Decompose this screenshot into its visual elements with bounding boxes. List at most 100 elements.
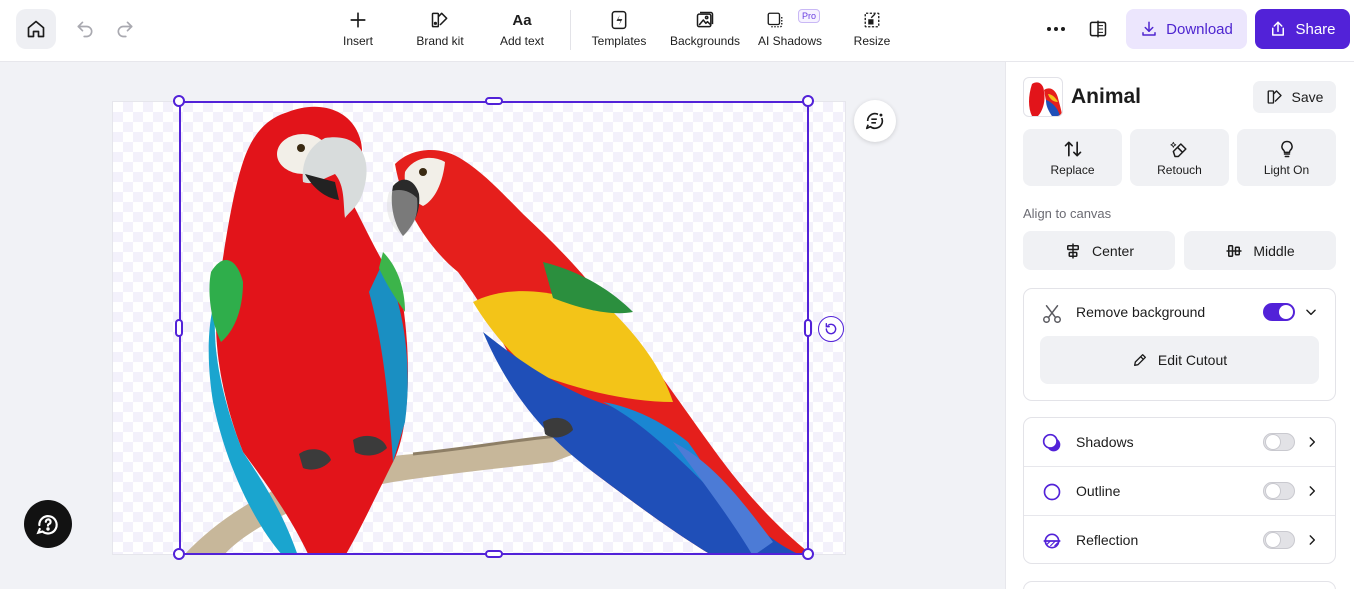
- redo-icon: [115, 19, 135, 39]
- shadows-toggle[interactable]: [1263, 433, 1295, 451]
- more-horizontal-icon: [1046, 26, 1066, 32]
- chevron-right-icon: [1305, 533, 1319, 547]
- properties-panel: Animal Save Replace Retouch Light On Ali…: [1005, 62, 1354, 589]
- outline-label: Outline: [1076, 483, 1120, 499]
- remove-background-label: Remove background: [1076, 304, 1205, 320]
- resize-handle-top[interactable]: [485, 97, 503, 105]
- rotate-icon: [824, 322, 838, 336]
- templates-tool[interactable]: Templates: [588, 10, 650, 50]
- reflection-toggle[interactable]: [1263, 531, 1295, 549]
- save-icon: [1266, 88, 1284, 106]
- undo-icon: [75, 19, 95, 39]
- insert-tool[interactable]: Insert: [336, 10, 380, 50]
- align-center-label: Center: [1092, 243, 1134, 259]
- backgrounds-label: Backgrounds: [670, 34, 740, 48]
- shadows-icon: [1042, 433, 1062, 453]
- resize-tool[interactable]: Resize: [852, 10, 892, 50]
- comment-button[interactable]: [854, 100, 896, 142]
- parrots-image[interactable]: [113, 102, 846, 555]
- shadows-row[interactable]: Shadows: [1024, 418, 1335, 467]
- help-button[interactable]: [24, 500, 72, 548]
- retouch-icon: [1170, 139, 1190, 159]
- brand-kit-icon: [430, 10, 450, 30]
- backgrounds-icon: [695, 10, 715, 30]
- align-middle-label: Middle: [1253, 243, 1294, 259]
- resize-handle-bottom[interactable]: [485, 550, 503, 558]
- chevron-right-icon: [1305, 435, 1319, 449]
- add-text-tool[interactable]: Aa Add text: [494, 10, 550, 50]
- light-on-label: Light On: [1264, 163, 1309, 177]
- comment-icon: [864, 110, 886, 132]
- more-options-button[interactable]: [1044, 18, 1068, 40]
- remove-background-toggle[interactable]: [1263, 303, 1295, 321]
- light-on-button[interactable]: Light On: [1237, 129, 1336, 186]
- align-middle-icon: [1225, 242, 1243, 260]
- resize-label: Resize: [854, 34, 891, 48]
- save-label: Save: [1292, 89, 1324, 105]
- replace-label: Replace: [1050, 163, 1094, 177]
- replace-button[interactable]: Replace: [1023, 129, 1122, 186]
- remove-background-card: Remove background Edit Cutout: [1023, 288, 1336, 401]
- reflection-icon: [1042, 531, 1062, 551]
- home-button[interactable]: [16, 9, 56, 49]
- rotate-handle[interactable]: [818, 316, 844, 342]
- resize-handle-left[interactable]: [175, 319, 183, 337]
- download-icon: [1140, 20, 1158, 38]
- outline-icon: [1042, 482, 1062, 502]
- text-icon: Aa: [512, 12, 531, 29]
- templates-icon: [610, 10, 628, 30]
- shadows-expand-button[interactable]: [1305, 435, 1319, 449]
- redo-button[interactable]: [114, 18, 136, 40]
- edit-cutout-button[interactable]: Edit Cutout: [1040, 336, 1319, 384]
- templates-label: Templates: [592, 34, 647, 48]
- scissors-icon: [1041, 303, 1063, 325]
- undo-button[interactable]: [74, 18, 96, 40]
- brand-kit-label: Brand kit: [416, 34, 463, 48]
- outline-toggle[interactable]: [1263, 482, 1295, 500]
- edit-cutout-label: Edit Cutout: [1158, 352, 1227, 368]
- reflection-expand-button[interactable]: [1305, 533, 1319, 547]
- align-center-button[interactable]: Center: [1023, 231, 1175, 270]
- layer-thumbnail: [1023, 77, 1063, 117]
- pro-badge: Pro: [798, 9, 820, 23]
- canvas-area[interactable]: [0, 62, 1005, 589]
- bulb-icon: [1277, 139, 1297, 159]
- ai-shadows-label: AI Shadows: [758, 34, 822, 48]
- resize-handle-bottom-left[interactable]: [173, 548, 185, 560]
- ai-shadows-tool[interactable]: Pro AI Shadows: [756, 10, 824, 50]
- reflection-row[interactable]: Reflection: [1024, 516, 1335, 565]
- insert-label: Insert: [343, 34, 373, 48]
- outline-expand-button[interactable]: [1305, 484, 1319, 498]
- compare-button[interactable]: [1086, 18, 1110, 40]
- align-middle-button[interactable]: Middle: [1184, 231, 1336, 270]
- top-toolbar: Insert Brand kit Aa Add text Templates B…: [0, 0, 1354, 62]
- chevron-right-icon: [1305, 484, 1319, 498]
- download-button[interactable]: Download: [1126, 9, 1247, 49]
- share-button[interactable]: Share: [1255, 9, 1350, 49]
- resize-handle-top-right[interactable]: [802, 95, 814, 107]
- outline-row[interactable]: Outline: [1024, 467, 1335, 516]
- remove-background-collapse-button[interactable]: [1304, 305, 1318, 319]
- compare-icon: [1088, 19, 1108, 39]
- align-section-label: Align to canvas: [1023, 206, 1111, 221]
- home-icon: [26, 19, 46, 39]
- plus-icon: [349, 11, 367, 29]
- chevron-down-icon: [1304, 305, 1318, 319]
- backgrounds-tool[interactable]: Backgrounds: [666, 10, 744, 50]
- artboard[interactable]: [112, 101, 846, 555]
- share-icon: [1269, 20, 1287, 38]
- resize-handle-bottom-right[interactable]: [802, 548, 814, 560]
- download-label: Download: [1166, 21, 1233, 38]
- resize-handle-right[interactable]: [804, 319, 812, 337]
- toolbar-divider: [570, 10, 571, 50]
- more-settings-card: [1023, 581, 1336, 589]
- resize-handle-top-left[interactable]: [173, 95, 185, 107]
- brand-kit-tool[interactable]: Brand kit: [412, 10, 468, 50]
- add-text-label: Add text: [500, 34, 544, 48]
- help-icon: [35, 511, 61, 537]
- retouch-label: Retouch: [1157, 163, 1202, 177]
- save-button[interactable]: Save: [1253, 81, 1336, 113]
- retouch-button[interactable]: Retouch: [1130, 129, 1229, 186]
- align-center-icon: [1064, 242, 1082, 260]
- pencil-icon: [1132, 352, 1148, 368]
